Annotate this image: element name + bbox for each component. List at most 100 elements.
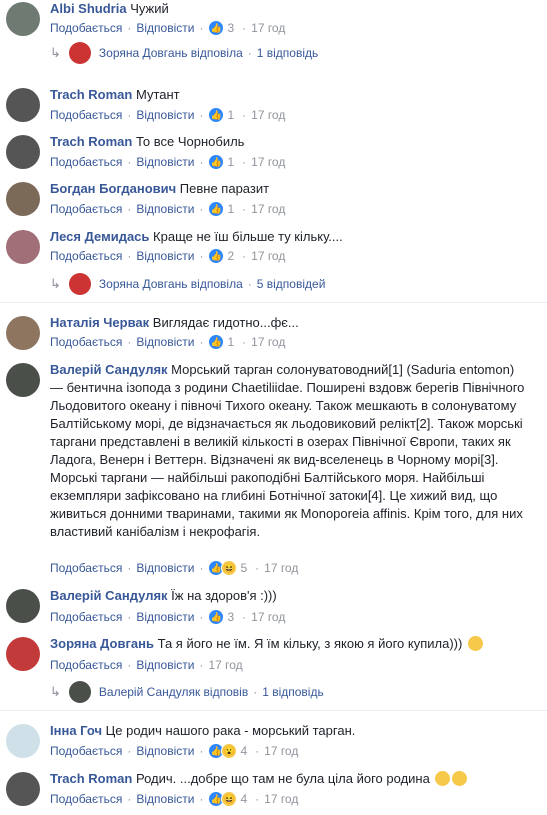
reactions[interactable]: 👍 3: [208, 609, 234, 625]
confused-emoji-icon: [467, 636, 483, 651]
timestamp[interactable]: 17 год: [251, 155, 285, 169]
comment-author[interactable]: Trach Roman: [50, 771, 132, 786]
like-icon: 👍: [208, 107, 225, 123]
reactions[interactable]: 👍 😆 4: [208, 791, 247, 807]
reactions[interactable]: 👍 1: [208, 154, 234, 170]
reactions[interactable]: 👍 1: [208, 334, 234, 350]
like-icon: 👍: [208, 154, 225, 170]
avatar[interactable]: [6, 135, 40, 169]
like-button[interactable]: Подобається: [50, 658, 122, 672]
like-button[interactable]: Подобається: [50, 744, 122, 758]
timestamp[interactable]: 17 год: [264, 744, 298, 758]
reply-button[interactable]: Відповісти: [136, 108, 194, 122]
comment-text: То все Чорнобиль: [135, 134, 245, 149]
avatar[interactable]: [6, 182, 40, 216]
wow-icon: 😮: [221, 743, 238, 759]
reply-button[interactable]: Відповісти: [136, 155, 194, 169]
comment-text: Родич. ...добре що там не була ціла його…: [135, 771, 430, 786]
timestamp[interactable]: 17 год: [251, 21, 285, 35]
divider: [0, 710, 547, 711]
replies-link[interactable]: ↳ Зоряна Довгань відповіла · 5 відповідей: [50, 273, 325, 295]
comment-author[interactable]: Trach Roman: [50, 134, 132, 149]
like-button[interactable]: Подобається: [50, 108, 122, 122]
comment-author[interactable]: Валерій Сандуляк: [50, 362, 168, 377]
avatar[interactable]: [6, 772, 40, 806]
comment-text: Та я його не їм. Я їм кільку, з якою я й…: [157, 636, 463, 651]
comment-author[interactable]: Богдан Богданович: [50, 181, 176, 196]
reply-button[interactable]: Відповісти: [136, 335, 194, 349]
like-button[interactable]: Подобається: [50, 249, 122, 263]
comment-text: Їж на здоров'я :))): [171, 588, 277, 603]
reply-arrow-icon: ↳: [50, 276, 61, 291]
reply-arrow-icon: ↳: [50, 684, 61, 699]
reply-arrow-icon: ↳: [50, 45, 61, 60]
comment-author[interactable]: Зоряна Довгань: [50, 636, 154, 651]
timestamp[interactable]: 17 год: [264, 792, 298, 806]
like-button[interactable]: Подобається: [50, 792, 122, 806]
reactions[interactable]: 👍 2: [208, 248, 234, 264]
replies-link[interactable]: ↳ Валерій Сандуляк відповів · 1 відповідь: [50, 681, 324, 703]
comment-author[interactable]: Albi Shudria: [50, 1, 127, 16]
like-icon: 👍: [208, 334, 225, 350]
avatar[interactable]: [6, 88, 40, 122]
reactions[interactable]: 👍 😮 4: [208, 743, 247, 759]
laughing-emoji-icon: [435, 771, 451, 786]
reactions[interactable]: 👍 3: [208, 20, 234, 36]
like-icon: 👍: [208, 609, 225, 625]
haha-icon: 😆: [221, 560, 238, 576]
like-icon: 👍: [208, 248, 225, 264]
like-icon: 👍: [208, 20, 225, 36]
timestamp[interactable]: 17 год: [208, 658, 242, 672]
like-button[interactable]: Подобається: [50, 155, 122, 169]
haha-icon: 😆: [221, 791, 238, 807]
comment-text: Морський тарган солонуватоводний[1] (Sad…: [50, 362, 525, 467]
avatar[interactable]: [6, 363, 40, 397]
comment-text: Чужий: [130, 1, 169, 16]
comment-text: Виглядає гидотно...фє...: [152, 315, 299, 330]
avatar[interactable]: [6, 230, 40, 264]
reply-button[interactable]: Відповісти: [136, 744, 194, 758]
timestamp[interactable]: 17 год: [251, 610, 285, 624]
reply-button[interactable]: Відповісти: [136, 610, 194, 624]
reactions[interactable]: 👍 1: [208, 201, 234, 217]
like-button[interactable]: Подобається: [50, 335, 122, 349]
reply-button[interactable]: Відповісти: [136, 561, 194, 575]
comment-author[interactable]: Леся Демидась: [50, 229, 149, 244]
like-button[interactable]: Подобається: [50, 21, 122, 35]
comment-text: Певне паразит: [179, 181, 270, 196]
reply-button[interactable]: Відповісти: [136, 792, 194, 806]
timestamp[interactable]: 17 год: [251, 108, 285, 122]
avatar[interactable]: [6, 2, 40, 36]
avatar: [68, 42, 91, 64]
like-button[interactable]: Подобається: [50, 561, 122, 575]
timestamp[interactable]: 17 год: [251, 335, 285, 349]
replies-link[interactable]: ↳ Зоряна Довгань відповіла · 1 відповідь: [50, 42, 318, 64]
timestamp[interactable]: 17 год: [251, 249, 285, 263]
reply-button[interactable]: Відповісти: [136, 249, 194, 263]
reactions[interactable]: 👍 1: [208, 107, 234, 123]
comment-author[interactable]: Trach Roman: [50, 87, 132, 102]
reactions[interactable]: 👍 😆 5: [208, 560, 247, 576]
reply-button[interactable]: Відповісти: [136, 202, 194, 216]
like-button[interactable]: Подобається: [50, 610, 122, 624]
comment-author[interactable]: Наталія Червак: [50, 315, 149, 330]
avatar[interactable]: [6, 637, 40, 671]
avatar[interactable]: [6, 589, 40, 623]
reply-button[interactable]: Відповісти: [136, 21, 194, 35]
comment-text: Це родич нашого рака - морський тарган.: [105, 723, 356, 738]
timestamp[interactable]: 17 год: [264, 561, 298, 575]
comment-author[interactable]: Інна Гоч: [50, 723, 102, 738]
like-button[interactable]: Подобається: [50, 202, 122, 216]
like-icon: 👍: [208, 201, 225, 217]
laughing-emoji-icon: [452, 771, 468, 786]
comment-text: Морські таргани — найбільші ракоподібні …: [50, 470, 523, 539]
avatar: [68, 681, 91, 703]
avatar[interactable]: [6, 724, 40, 758]
reply-button[interactable]: Відповісти: [136, 658, 194, 672]
timestamp[interactable]: 17 год: [251, 202, 285, 216]
comment-text: Краще не їш більше ту кільку....: [153, 229, 343, 244]
comment-text: Мутант: [135, 87, 180, 102]
divider: [0, 302, 547, 303]
comment-author[interactable]: Валерій Сандуляк: [50, 588, 168, 603]
avatar[interactable]: [6, 316, 40, 350]
